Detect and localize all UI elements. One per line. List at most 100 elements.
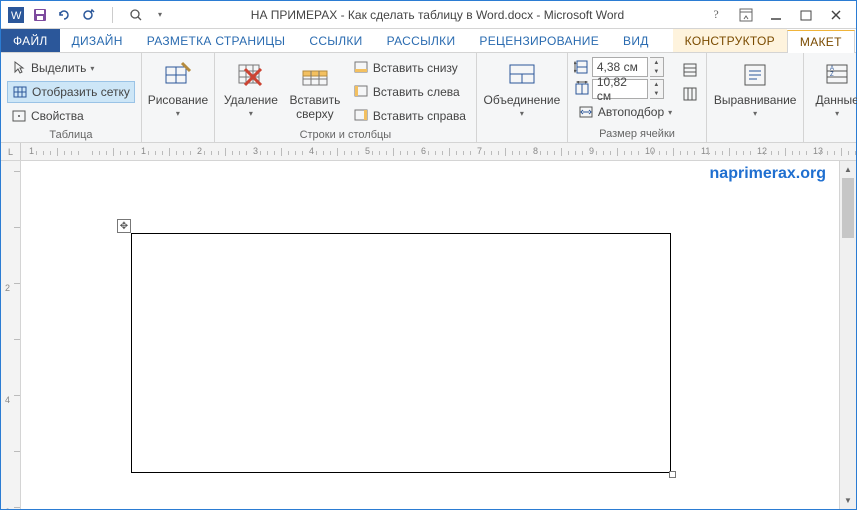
scroll-down-icon[interactable]: ▼	[840, 492, 856, 509]
ribbon: Выделить ▾ Отобразить сетку Свойства Таб…	[1, 53, 856, 143]
tab-file[interactable]: ФАЙЛ	[1, 29, 60, 52]
undo-icon[interactable]	[53, 4, 75, 26]
row-height-icon	[574, 59, 590, 75]
ruler-number: 5	[365, 146, 370, 156]
col-width-spinner[interactable]: ▲▼	[650, 79, 664, 99]
ruler-number: 1	[29, 146, 34, 156]
group-data: AZ Данные ▾	[804, 53, 857, 142]
col-width-field[interactable]: 10,82 см ▲▼	[574, 79, 676, 99]
autofit-button[interactable]: Автоподбор ▾	[574, 101, 676, 123]
help-icon[interactable]: ?	[704, 5, 728, 25]
quick-access-toolbar: W ▾	[1, 4, 171, 26]
ruler-number: 13	[813, 146, 823, 156]
merge-icon	[506, 59, 538, 91]
delete-icon	[235, 59, 267, 91]
insert-left-icon	[353, 84, 369, 100]
word-app-icon[interactable]: W	[5, 4, 27, 26]
merge-button[interactable]: Объединение ▾	[483, 57, 561, 120]
group-draw-label	[148, 138, 208, 140]
tab-table-layout[interactable]: МАКЕТ	[787, 30, 855, 53]
select-button[interactable]: Выделить ▾	[7, 57, 135, 79]
tab-table-design[interactable]: КОНСТРУКТОР	[673, 29, 787, 52]
ruler-number: 1	[141, 146, 146, 156]
title-bar: W ▾ НА ПРИМЕРАХ - Как сделать таблицу в …	[1, 1, 856, 29]
ruler-number: 4	[309, 146, 314, 156]
properties-icon	[11, 108, 27, 124]
delete-button[interactable]: Удаление ▾	[221, 57, 281, 120]
view-gridlines-button[interactable]: Отобразить сетку	[7, 81, 135, 103]
ruler-corner: L	[1, 143, 21, 160]
ruler-number: 10	[645, 146, 655, 156]
tab-review[interactable]: РЕЦЕНЗИРОВАНИЕ	[467, 29, 611, 52]
group-table-label: Таблица	[7, 127, 135, 141]
insert-below-label: Вставить снизу	[373, 61, 458, 75]
alignment-button[interactable]: Выравнивание ▾	[713, 57, 797, 120]
redo-icon[interactable]	[77, 4, 99, 26]
tab-view[interactable]: ВИД	[611, 29, 661, 52]
ruler-number: 2	[197, 146, 202, 156]
alignment-icon	[739, 59, 771, 91]
view-gridlines-label: Отобразить сетку	[32, 85, 130, 99]
ruler-number: 12	[757, 146, 767, 156]
horizontal-ruler[interactable]: L 112345678910111213	[1, 143, 856, 161]
insert-right-icon	[353, 108, 369, 124]
insert-left-button[interactable]: Вставить слева	[349, 81, 470, 103]
ribbon-display-options-icon[interactable]	[734, 5, 758, 25]
close-icon[interactable]	[824, 5, 848, 25]
col-width-value[interactable]: 10,82 см	[592, 79, 648, 99]
zoom-lens-icon[interactable]	[125, 4, 147, 26]
insert-right-button[interactable]: Вставить справа	[349, 105, 470, 127]
tab-references[interactable]: ССЫЛКИ	[297, 29, 374, 52]
insert-above-button[interactable]: Вставить сверху	[285, 57, 345, 123]
ruler-number: 8	[533, 146, 538, 156]
distribute-cols-icon	[682, 86, 698, 102]
grid-icon	[12, 84, 28, 100]
scroll-up-icon[interactable]: ▲	[840, 161, 856, 178]
group-merge: Объединение ▾	[477, 53, 568, 142]
ruler-number: 3	[253, 146, 258, 156]
insert-below-icon	[353, 60, 369, 76]
group-alignment-label	[713, 138, 797, 140]
distribute-rows-button[interactable]	[680, 59, 700, 81]
draw-button[interactable]: Рисование ▾	[148, 57, 208, 120]
watermark-text: naprimerax.org	[710, 165, 826, 183]
document-canvas[interactable]: naprimerax.org ✥ ▲ ▼	[21, 161, 856, 509]
cursor-icon	[11, 60, 27, 76]
group-data-label	[810, 138, 857, 140]
window-title: НА ПРИМЕРАХ - Как сделать таблицу в Word…	[171, 8, 704, 22]
table-move-handle-icon[interactable]: ✥	[117, 219, 131, 233]
data-icon: AZ	[821, 59, 853, 91]
minimize-icon[interactable]	[764, 5, 788, 25]
group-merge-label	[483, 138, 561, 140]
vertical-ruler[interactable]: 246	[1, 161, 21, 509]
tab-mailings[interactable]: РАССЫЛКИ	[375, 29, 468, 52]
save-icon[interactable]	[29, 4, 51, 26]
draw-table-icon	[162, 59, 194, 91]
vertical-scrollbar[interactable]: ▲ ▼	[839, 161, 856, 509]
properties-button[interactable]: Свойства	[7, 105, 135, 127]
document-area: L 112345678910111213 246 naprimerax.org …	[1, 143, 856, 509]
tab-page-layout[interactable]: РАЗМЕТКА СТРАНИЦЫ	[135, 29, 298, 52]
group-cell-size: 4,38 см ▲▼ 10,82 см ▲▼ Автоподбор ▾	[568, 53, 707, 142]
tab-design[interactable]: ДИЗАЙН	[60, 29, 135, 52]
select-label: Выделить	[31, 61, 86, 75]
row-height-field[interactable]: 4,38 см ▲▼	[574, 57, 676, 77]
table-resize-handle[interactable]	[669, 471, 676, 478]
autofit-icon	[578, 104, 594, 120]
draw-label: Рисование	[148, 93, 208, 107]
qat-dropdown-icon[interactable]: ▾	[149, 4, 171, 26]
distribute-rows-icon	[682, 62, 698, 78]
maximize-icon[interactable]	[794, 5, 818, 25]
scroll-thumb[interactable]	[842, 178, 854, 238]
row-height-value[interactable]: 4,38 см	[592, 57, 648, 77]
distribute-cols-button[interactable]	[680, 83, 700, 105]
insert-below-button[interactable]: Вставить снизу	[349, 57, 470, 79]
group-rows-cols-label: Строки и столбцы	[221, 127, 470, 141]
qat-divider	[101, 4, 123, 26]
document-table[interactable]	[131, 233, 671, 473]
row-height-spinner[interactable]: ▲▼	[650, 57, 664, 77]
app-window: W ▾ НА ПРИМЕРАХ - Как сделать таблицу в …	[0, 0, 857, 510]
delete-label: Удаление	[224, 93, 278, 107]
chevron-down-icon: ▾	[90, 64, 94, 73]
data-button[interactable]: AZ Данные ▾	[810, 57, 857, 120]
